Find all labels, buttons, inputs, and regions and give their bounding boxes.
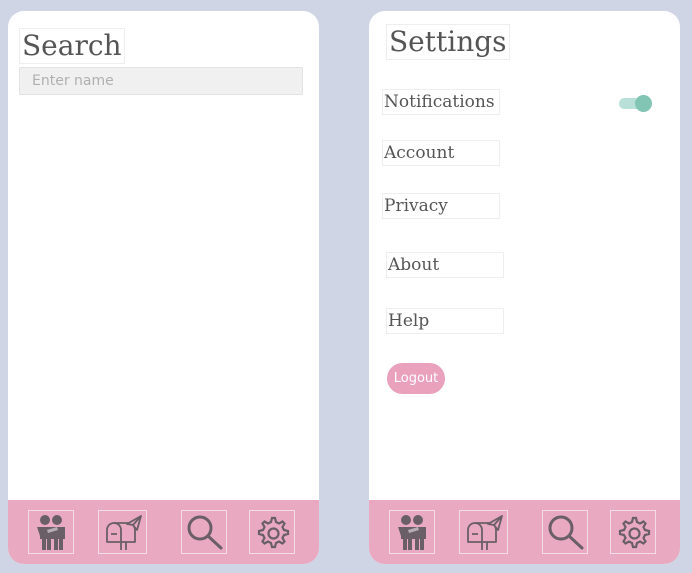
- toggle-knob: [635, 95, 652, 112]
- settings-item-account[interactable]: Account: [382, 140, 500, 166]
- settings-item-about[interactable]: About: [386, 252, 504, 278]
- page-title: Search: [19, 28, 125, 64]
- gear-icon: [257, 516, 290, 549]
- page-title: Settings: [386, 24, 510, 60]
- tab-friends[interactable]: [28, 510, 74, 554]
- tab-messages[interactable]: [98, 510, 147, 554]
- search-input[interactable]: [19, 67, 303, 95]
- tab-bar: [369, 500, 680, 564]
- search-screen: Search: [8, 11, 319, 564]
- search-icon: [187, 515, 223, 550]
- gear-icon: [618, 516, 651, 549]
- settings-item-help[interactable]: Help: [386, 308, 504, 334]
- friends-icon: [398, 515, 426, 550]
- friends-icon: [37, 515, 65, 550]
- mailbox-icon: [105, 515, 142, 550]
- settings-item-notifications[interactable]: Notifications: [382, 89, 500, 115]
- tab-bar: [8, 500, 319, 564]
- tab-search[interactable]: [542, 510, 588, 554]
- settings-item-privacy[interactable]: Privacy: [382, 193, 500, 219]
- tab-settings[interactable]: [249, 510, 295, 554]
- tab-settings[interactable]: [610, 510, 656, 554]
- logout-button[interactable]: Logout: [387, 363, 445, 394]
- search-icon: [548, 515, 584, 550]
- notifications-toggle[interactable]: [619, 95, 652, 112]
- tab-messages[interactable]: [459, 510, 508, 554]
- tab-search[interactable]: [181, 510, 227, 554]
- tab-friends[interactable]: [389, 510, 435, 554]
- mailbox-icon: [466, 515, 503, 550]
- settings-screen: Settings Notifications Account Privacy A…: [369, 11, 680, 564]
